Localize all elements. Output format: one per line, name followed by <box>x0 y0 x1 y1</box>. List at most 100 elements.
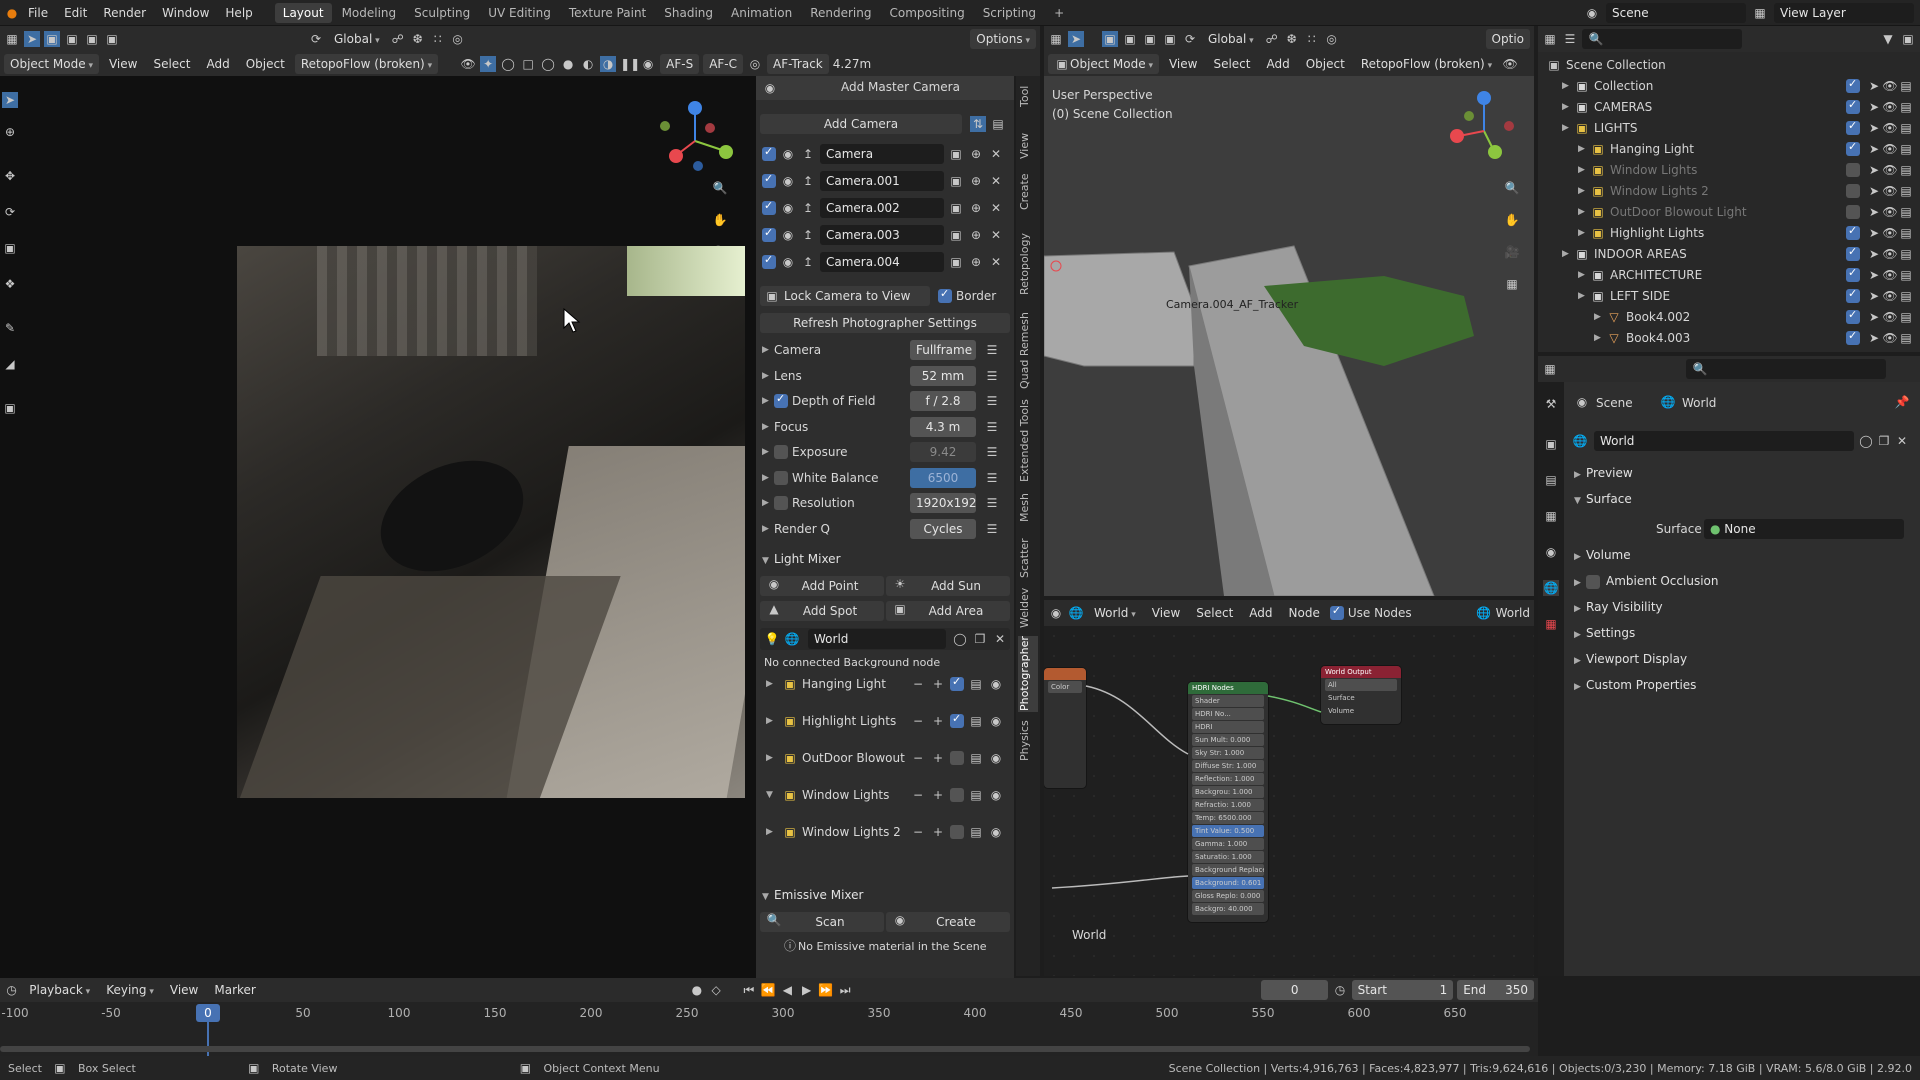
expand-arrow-icon[interactable]: ▶ <box>1578 165 1590 175</box>
property-row-render-q[interactable]: ▶ Render Q Cycles ☰ <box>756 518 1014 539</box>
camera-name-field[interactable]: Camera <box>820 144 944 164</box>
sidebar-tab-quad-remesh[interactable]: Quad Remesh <box>1018 306 1038 396</box>
world-icon[interactable]: 🌐 <box>1476 605 1492 621</box>
render-monitor-icon[interactable]: ▤ <box>1898 204 1914 220</box>
increase-icon[interactable]: + <box>930 713 946 729</box>
render-camera-icon[interactable]: ◉ <box>988 750 1004 766</box>
texture-tab-icon[interactable]: ▦ <box>1543 616 1559 632</box>
outliner-item-window-lights[interactable]: ▶ ▣ Window Lights ➤ 👁 ▤ <box>1538 159 1920 180</box>
use-nodes-checkbox[interactable] <box>1329 604 1344 620</box>
gizmo-icon[interactable]: ✦ <box>480 56 497 72</box>
increase-icon[interactable]: + <box>930 787 946 803</box>
menu-window[interactable]: Window <box>154 0 217 26</box>
playback-menu[interactable]: Playback <box>23 980 96 1000</box>
pan-hand-icon[interactable]: ✋ <box>712 212 728 228</box>
exclude-checkbox[interactable] <box>1846 224 1860 240</box>
properties-search-input[interactable]: 🔍 <box>1686 359 1886 379</box>
eye-icon[interactable]: 👁 <box>1882 225 1898 241</box>
ortho-grid-icon[interactable]: ▦ <box>1504 276 1520 292</box>
property-preset-icon[interactable]: ☰ <box>984 368 1000 384</box>
select-mode-new-icon[interactable]: ▣ <box>1102 31 1118 47</box>
camera-icon[interactable]: ◉ <box>780 200 796 216</box>
property-row-focus[interactable]: ▶ Focus 4.3 m ☰ <box>756 416 1014 437</box>
wireframe-shading-icon[interactable]: ◯ <box>540 56 556 72</box>
select-arrow-icon[interactable]: ➤ <box>1866 246 1882 262</box>
expand-arrow-icon[interactable]: ▶ <box>1562 249 1574 259</box>
monitor-icon[interactable]: ▤ <box>968 750 984 766</box>
tab-animation[interactable]: Animation <box>723 3 800 23</box>
property-preset-icon[interactable]: ☰ <box>984 521 1000 537</box>
expand-arrow-icon[interactable]: ▶ <box>1578 291 1590 301</box>
eye-icon[interactable]: 👁 <box>1882 183 1898 199</box>
play-reverse-icon[interactable]: ◀ <box>780 982 795 998</box>
rendered-shading-icon[interactable]: ◑ <box>600 56 617 72</box>
camera-enabled-checkbox[interactable] <box>762 199 776 215</box>
tool-tab-icon[interactable]: ⚒ <box>1543 396 1559 412</box>
eye-icon[interactable]: 👁 <box>1882 99 1898 115</box>
add-camera-button[interactable]: Add Camera <box>760 114 962 134</box>
camera-select-icon[interactable]: ⊕ <box>968 227 984 243</box>
select-mode-invert-icon[interactable]: ▣ <box>104 31 120 47</box>
expand-arrow-icon[interactable]: ▶ <box>766 753 778 763</box>
properties-section-ambient-occlusion[interactable]: ▶ Ambient Occlusion <box>1574 574 1718 589</box>
object-menu[interactable]: Object <box>240 54 291 74</box>
select-arrow-icon[interactable]: ➤ <box>1866 141 1882 157</box>
monitor-icon[interactable]: ▤ <box>968 713 984 729</box>
outliner-scene-collection[interactable]: ▣ Scene Collection <box>1538 54 1920 75</box>
camera-view-icon[interactable]: ▣ <box>948 173 964 189</box>
select-menu[interactable]: Select <box>1190 603 1239 623</box>
keying-menu[interactable]: Keying <box>100 980 160 1000</box>
expand-arrow-icon[interactable]: ▶ <box>1562 81 1574 91</box>
add-menu[interactable]: Add <box>1261 54 1296 74</box>
property-preset-icon[interactable]: ☰ <box>984 393 1000 409</box>
outliner-item-architecture[interactable]: ▶▣ ARCHITECTURE ➤👁▤ <box>1538 264 1920 285</box>
left-viewport[interactable]: ➤ ⊕ ✥ ⟳ ▣ ❖ ✎ ◢ ▣ 🔍 ✋ 🎥 <box>0 76 756 980</box>
select-arrow-icon[interactable]: ➤ <box>1866 78 1882 94</box>
decrease-icon[interactable]: − <box>910 750 926 766</box>
property-checkbox[interactable] <box>774 445 788 459</box>
cursor-icon[interactable]: ⊕ <box>2 124 18 140</box>
expand-arrow-icon[interactable]: ▼ <box>766 790 778 800</box>
editor-type-icon[interactable]: ◷ <box>4 982 19 998</box>
select-mode-extend-icon[interactable]: ▣ <box>64 31 80 47</box>
add-area-button[interactable]: ▣ Add Area <box>886 601 1010 621</box>
expand-arrow-icon[interactable]: ▶ <box>1578 207 1590 217</box>
blender-logo-icon[interactable]: ● <box>4 5 20 21</box>
expand-arrow-icon[interactable]: ▶ <box>1562 102 1574 112</box>
property-checkbox[interactable] <box>774 496 788 510</box>
camera-view-icon[interactable]: 🎥 <box>1504 244 1520 260</box>
proportional-edit-icon[interactable]: ◎ <box>450 31 466 47</box>
camera-icon[interactable]: ◉ <box>780 146 796 162</box>
select-arrow-icon[interactable]: ➤ <box>1866 204 1882 220</box>
render-monitor-icon[interactable]: ▤ <box>1898 309 1914 325</box>
render-monitor-icon[interactable]: ▤ <box>1898 330 1914 346</box>
zoom-icon[interactable]: 🔍 <box>1504 180 1520 196</box>
expand-arrow-icon[interactable]: ▶ <box>1578 228 1590 238</box>
play-icon[interactable]: ▶ <box>799 982 814 998</box>
zoom-icon[interactable]: 🔍 <box>712 180 728 196</box>
camera-row[interactable]: ◉↥Camera▣⊕✕ <box>756 144 1014 164</box>
world-datablock-field[interactable]: World <box>1594 431 1854 451</box>
right-viewport[interactable]: User Perspective (0) Scene Collection Ca… <box>1044 76 1534 596</box>
new-collection-icon[interactable]: ▣ <box>1900 31 1916 47</box>
select-arrow-icon[interactable]: ➤ <box>1866 183 1882 199</box>
outliner-item-book4-002[interactable]: ▶▽ Book4.002 ➤👁▤ <box>1538 306 1920 327</box>
property-preset-icon[interactable]: ☰ <box>984 342 1000 358</box>
output-tab-icon[interactable]: ▤ <box>1543 472 1559 488</box>
select-mode-subtract-icon[interactable]: ▣ <box>1142 31 1158 47</box>
snap-target-icon[interactable]: ∷ <box>1304 31 1320 47</box>
fake-user-icon[interactable]: ◯ <box>1858 433 1874 449</box>
light-enabled-checkbox[interactable] <box>950 788 964 802</box>
select-mode-new-icon[interactable]: ▣ <box>44 31 60 47</box>
tab-compositing[interactable]: Compositing <box>881 3 972 23</box>
scan-button[interactable]: 🔍 Scan <box>760 912 884 932</box>
camera-enabled-checkbox[interactable] <box>762 145 776 161</box>
property-value[interactable]: Fullframe <box>910 340 976 360</box>
eye-icon[interactable]: 👁 <box>1882 204 1898 220</box>
overlay-icon[interactable]: ◯ <box>500 56 516 72</box>
property-row-camera[interactable]: ▶ Camera Fullframe ☰ <box>756 340 1014 360</box>
outliner-item-cameras[interactable]: ▶▣ CAMERAS ➤👁▤ <box>1538 96 1920 117</box>
select-mode-invert-icon[interactable]: ▣ <box>1162 31 1178 47</box>
shader-type-dropdown[interactable]: World <box>1088 603 1142 623</box>
render-camera-icon[interactable]: ◉ <box>988 713 1004 729</box>
